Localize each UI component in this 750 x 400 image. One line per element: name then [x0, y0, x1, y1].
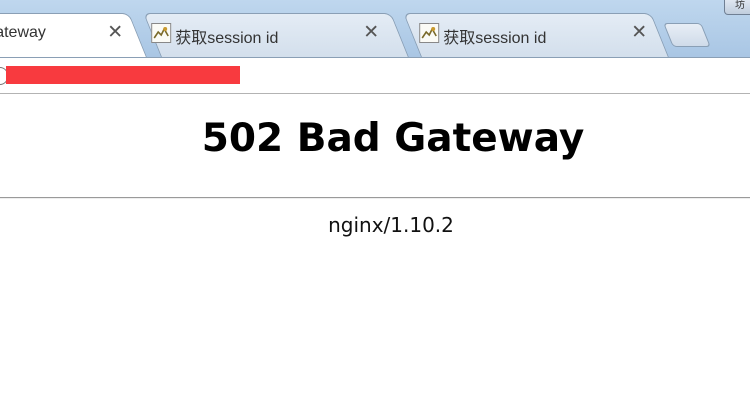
tab-title: 获取session id [175, 30, 279, 47]
tab-1[interactable]: 获取session id ✕ [143, 13, 409, 57]
close-icon[interactable]: ✕ [363, 21, 379, 44]
divider [0, 197, 750, 199]
close-icon[interactable]: ✕ [631, 21, 647, 44]
tab-title: 获取session id [443, 30, 547, 47]
server-signature: nginx/1.10.2 [328, 213, 454, 237]
window-button[interactable]: 坊 [724, 0, 750, 15]
new-tab-button[interactable] [663, 23, 711, 47]
page-favicon-icon [419, 23, 440, 43]
close-icon[interactable]: ✕ [107, 21, 123, 44]
redacted-url [6, 66, 240, 84]
tab-title: ateway [0, 24, 46, 41]
page-title: 502 Bad Gateway [201, 116, 585, 161]
tab-strip: 获取session id ✕ 获取session id ✕ ateway ✕ 坊 [0, 0, 750, 57]
page-favicon-icon [151, 23, 172, 43]
tab-active[interactable]: ateway ✕ [0, 13, 147, 57]
address-bar[interactable] [0, 57, 750, 94]
tab-2[interactable]: 获取session id ✕ [403, 13, 669, 57]
